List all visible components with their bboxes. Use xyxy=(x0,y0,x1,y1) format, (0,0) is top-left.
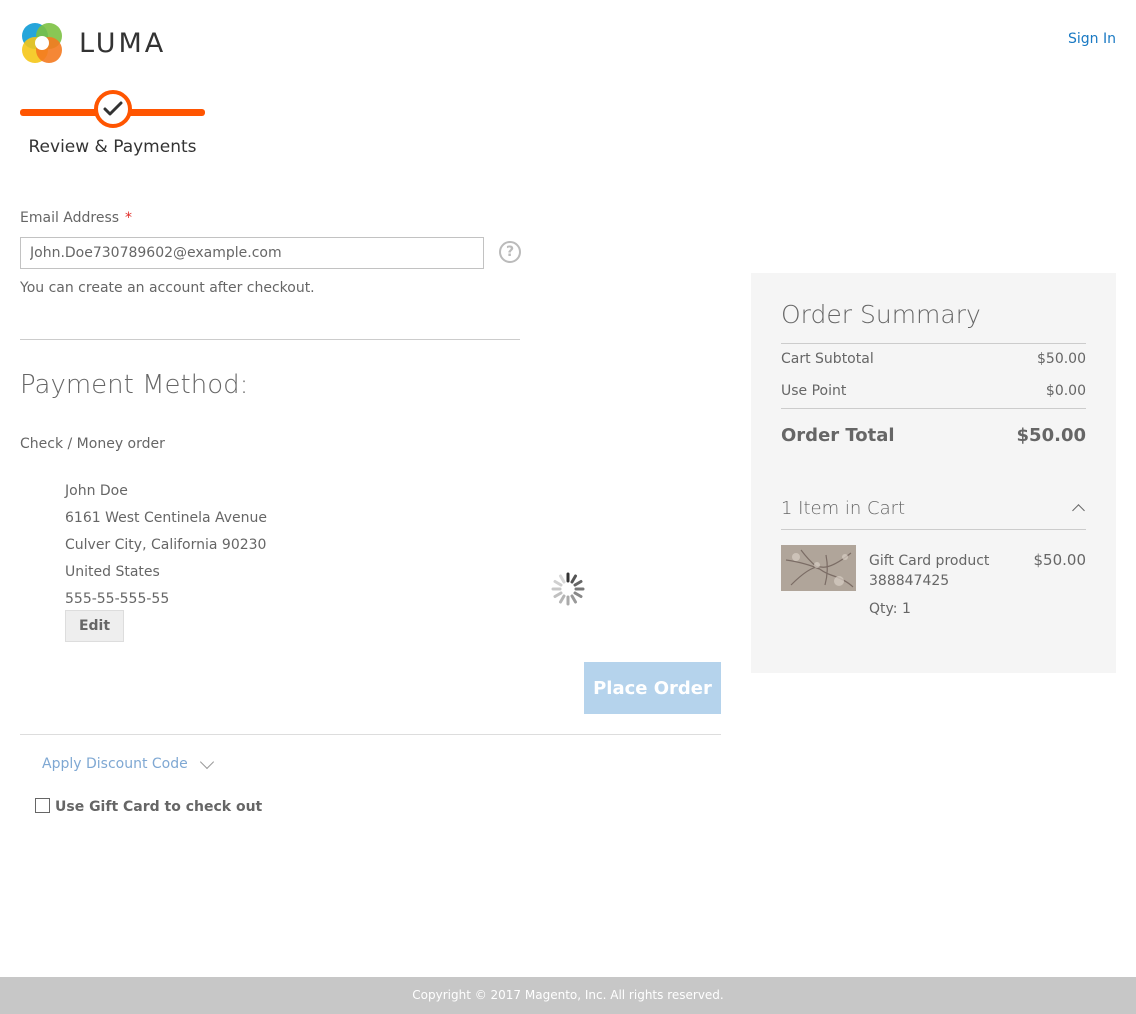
address-country: United States xyxy=(65,564,160,580)
chevron-down-icon xyxy=(199,754,214,769)
chevron-up-icon xyxy=(1072,504,1085,517)
address-city: Culver City, California 90230 xyxy=(65,537,267,553)
address-street: 6161 West Centinela Avenue xyxy=(65,510,268,526)
apply-discount-toggle[interactable]: Apply Discount Code xyxy=(42,754,214,772)
progress-step-marker xyxy=(94,90,132,128)
luma-logo-icon xyxy=(22,23,62,63)
product-name: Gift Card product 388847425 xyxy=(869,553,990,589)
place-order-button[interactable]: Place Order xyxy=(584,662,721,714)
checkbox-icon[interactable] xyxy=(35,797,50,813)
order-total-value: $50.00 xyxy=(1016,425,1086,446)
payment-method-title: Payment Method: xyxy=(20,370,249,400)
help-icon[interactable]: ? xyxy=(499,241,521,263)
summary-row-use-point: Use Point $0.00 xyxy=(781,383,1086,399)
email-note: You can create an account after checkout… xyxy=(20,280,315,296)
order-summary: Order Summary Cart Subtotal $50.00 Use P… xyxy=(751,273,1116,673)
order-total-label: Order Total xyxy=(781,425,895,446)
order-summary-title: Order Summary xyxy=(781,300,981,329)
email-label-text: Email Address xyxy=(20,210,120,226)
product-qty: Qty: 1 xyxy=(869,601,911,617)
progress-step-label: Review & Payments xyxy=(28,137,197,157)
summary-row-value: $50.00 xyxy=(1037,351,1086,367)
sign-in-link[interactable]: Sign In xyxy=(1068,31,1116,47)
gift-card-label: Use Gift Card to check out xyxy=(55,799,263,815)
email-label: Email Address * xyxy=(20,210,132,226)
divider xyxy=(20,734,721,735)
summary-row-label: Cart Subtotal xyxy=(781,351,874,367)
summary-row-label: Use Point xyxy=(781,383,847,399)
divider xyxy=(781,529,1086,530)
luma-logo[interactable]: LUMA xyxy=(20,21,166,65)
logo-text: LUMA xyxy=(79,27,167,59)
divider xyxy=(781,343,1086,344)
product-price: $50.00 xyxy=(1033,551,1087,569)
divider xyxy=(20,339,520,340)
address-phone: 555-55-555-55 xyxy=(65,591,170,607)
email-field[interactable] xyxy=(20,237,484,269)
payment-option-check-money[interactable]: Check / Money order xyxy=(20,436,165,452)
billing-address: John Doe 6161 West Centinela Avenue Culv… xyxy=(65,478,267,613)
edit-address-button[interactable]: Edit xyxy=(65,610,124,642)
items-in-cart-toggle[interactable]: 1 Item in Cart xyxy=(781,498,1086,519)
copyright-text: Copyright © 2017 Magento, Inc. All right… xyxy=(412,988,724,1002)
checkmark-icon xyxy=(103,101,123,116)
address-name: John Doe xyxy=(65,483,128,499)
footer: Copyright © 2017 Magento, Inc. All right… xyxy=(0,977,1136,1014)
summary-row-value: $0.00 xyxy=(1045,383,1086,399)
items-in-cart-label: 1 Item in Cart xyxy=(781,498,906,519)
summary-row-total: Order Total $50.00 xyxy=(781,425,1086,446)
checkout-progress: Review & Payments xyxy=(20,90,205,160)
required-marker: * xyxy=(125,210,133,226)
divider xyxy=(781,408,1086,409)
apply-discount-label: Apply Discount Code xyxy=(42,756,188,772)
product-thumbnail xyxy=(781,545,856,591)
loading-spinner-icon xyxy=(551,572,585,606)
gift-card-option[interactable]: Use Gift Card to check out xyxy=(35,797,263,815)
summary-row-subtotal: Cart Subtotal $50.00 xyxy=(781,351,1086,367)
